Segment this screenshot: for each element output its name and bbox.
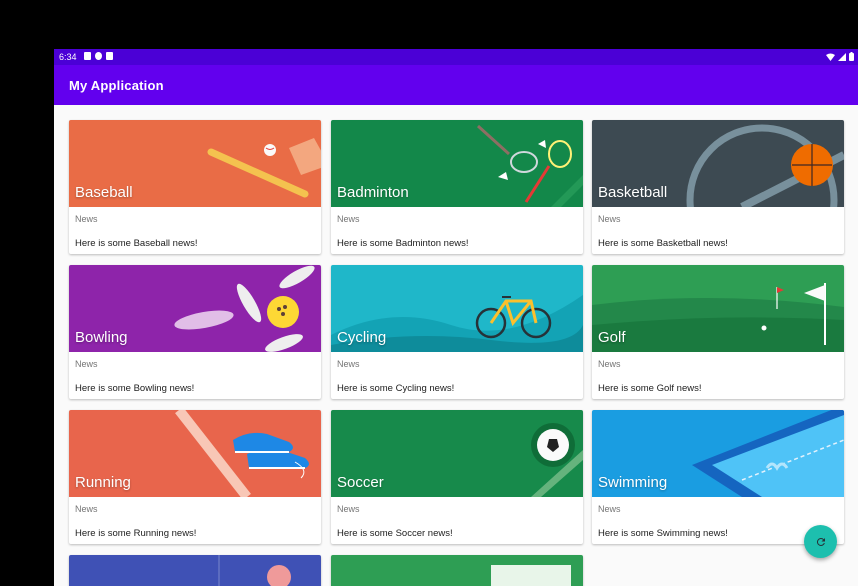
system-icons — [826, 52, 854, 61]
refresh-icon — [816, 537, 825, 546]
card-golf[interactable]: Golf News Here is some Golf news! — [592, 265, 844, 399]
card-title: Cycling — [337, 329, 387, 346]
notification-a-icon — [84, 52, 91, 60]
card-title: Basketball — [598, 184, 668, 201]
card-basketball[interactable]: Basketball News Here is some Basketball … — [592, 120, 844, 254]
card-title: Soccer — [337, 474, 384, 491]
card-subtitle: News — [598, 359, 621, 369]
wifi-icon — [826, 53, 835, 61]
card-partial-2[interactable] — [331, 555, 583, 586]
sports-grid[interactable]: Baseball News Here is some Baseball news… — [54, 105, 858, 586]
card-subtitle: News — [75, 214, 98, 224]
partial-card-illustration — [69, 555, 321, 586]
card-title: Golf — [598, 329, 626, 346]
card-subtitle: News — [598, 214, 621, 224]
signal-icon — [838, 52, 846, 61]
card-description: Here is some Golf news! — [598, 383, 702, 394]
golf-image — [592, 265, 844, 352]
app-title: My Application — [69, 78, 164, 93]
status-time: 6:34 — [59, 52, 77, 62]
card-title: Badminton — [337, 184, 409, 201]
card-description: Here is some Swimming news! — [598, 528, 728, 539]
card-subtitle: News — [75, 504, 98, 514]
card-running[interactable]: Running News Here is some Running news! — [69, 410, 321, 544]
card-badminton[interactable]: Badminton News Here is some Badminton ne… — [331, 120, 583, 254]
card-soccer[interactable]: Soccer News Here is some Soccer news! — [331, 410, 583, 544]
battery-icon — [849, 52, 854, 61]
card-description: Here is some Bowling news! — [75, 383, 195, 394]
sd-card-icon — [106, 52, 113, 60]
card-cycling[interactable]: Cycling News Here is some Cycling news! — [331, 265, 583, 399]
card-description: Here is some Baseball news! — [75, 238, 198, 249]
card-title: Swimming — [598, 474, 668, 491]
app-screen: 6:34 My Application Baseball News Here i… — [54, 49, 858, 586]
card-description: Here is some Cycling news! — [337, 383, 455, 394]
card-subtitle: News — [75, 359, 98, 369]
golf-illustration — [592, 265, 844, 352]
app-bar: My Application — [54, 65, 858, 105]
notification-icons — [84, 52, 113, 60]
card-title: Running — [75, 474, 131, 491]
card-description: Here is some Soccer news! — [337, 528, 453, 539]
status-bar: 6:34 — [54, 49, 858, 65]
card-swimming[interactable]: Swimming News Here is some Swimming news… — [592, 410, 844, 544]
card-baseball[interactable]: Baseball News Here is some Baseball news… — [69, 120, 321, 254]
card-partial-1[interactable] — [69, 555, 321, 586]
card-bowling[interactable]: Bowling News Here is some Bowling news! — [69, 265, 321, 399]
notification-p-icon — [95, 52, 102, 60]
card-subtitle: News — [337, 214, 360, 224]
card-description: Here is some Running news! — [75, 528, 197, 539]
refresh-fab[interactable] — [804, 525, 837, 558]
card-title: Baseball — [75, 184, 133, 201]
partial-card-illustration — [331, 555, 583, 586]
card-title: Bowling — [75, 329, 128, 346]
card-description: Here is some Basketball news! — [598, 238, 728, 249]
card-subtitle: News — [598, 504, 621, 514]
card-description: Here is some Badminton news! — [337, 238, 469, 249]
card-subtitle: News — [337, 504, 360, 514]
card-subtitle: News — [337, 359, 360, 369]
